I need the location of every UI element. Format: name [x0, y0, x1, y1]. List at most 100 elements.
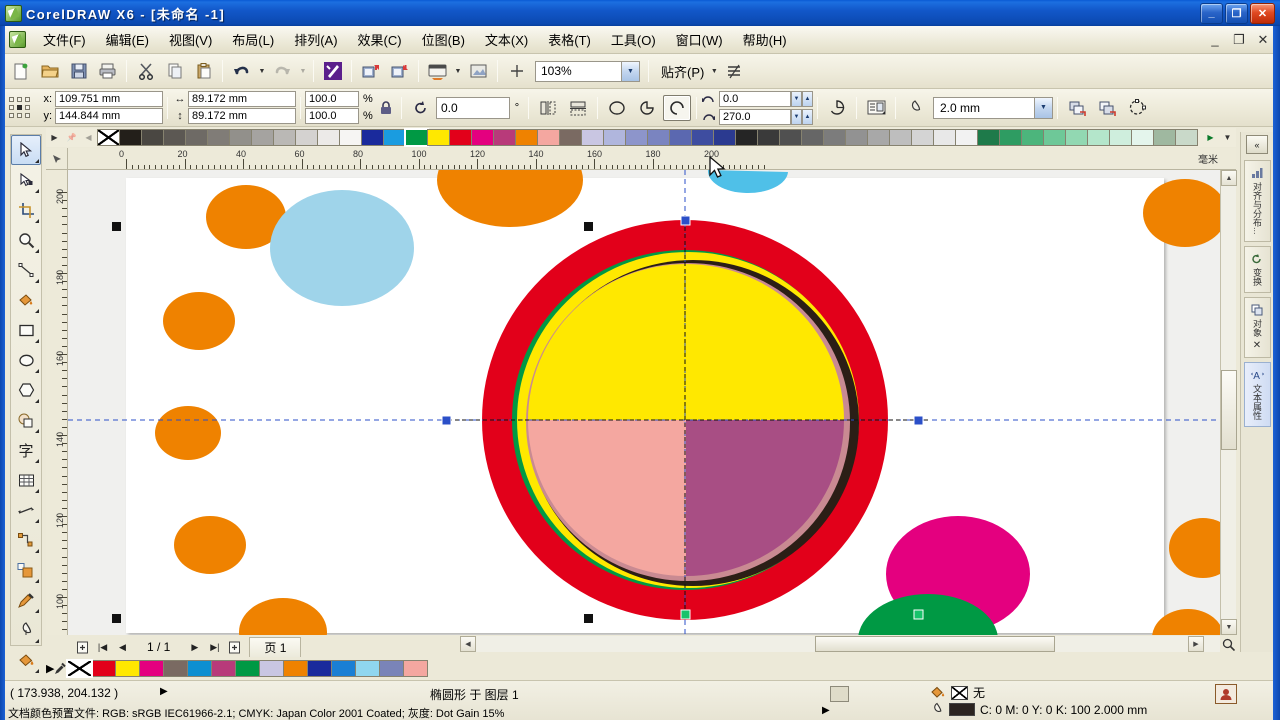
- color-swatch[interactable]: [259, 659, 285, 677]
- anchor-cell[interactable]: [25, 96, 30, 102]
- color-swatch[interactable]: [185, 129, 208, 146]
- palette-prev-icon[interactable]: ◀: [80, 129, 97, 146]
- publish-pdf-icon[interactable]: [424, 58, 451, 85]
- zoom-tool[interactable]: [11, 225, 41, 255]
- lock-ratio-icon[interactable]: [375, 95, 397, 121]
- ellipse-tool[interactable]: [11, 345, 41, 375]
- color-swatch[interactable]: [115, 659, 141, 677]
- ellipse-mode-button[interactable]: [603, 95, 631, 121]
- object-width-input[interactable]: 89.172 mm: [188, 91, 296, 107]
- bottom-color-palette[interactable]: ▶: [46, 658, 1236, 678]
- scale-x-input[interactable]: 100.0: [305, 91, 359, 107]
- x-position-input[interactable]: 109.751 mm: [55, 91, 163, 107]
- color-swatch[interactable]: [1065, 129, 1088, 146]
- color-swatch[interactable]: [427, 129, 450, 146]
- color-swatch[interactable]: [581, 129, 604, 146]
- color-swatch[interactable]: [559, 129, 582, 146]
- window-minimize-button[interactable]: _: [1200, 2, 1223, 24]
- docker-tab-transform[interactable]: 变换: [1243, 245, 1271, 293]
- color-swatch[interactable]: [911, 129, 934, 146]
- eyedropper-icon[interactable]: [54, 662, 67, 675]
- end-angle-spinner[interactable]: ▼: [791, 108, 802, 125]
- color-swatch[interactable]: [471, 129, 494, 146]
- convert-to-curves-icon[interactable]: [1123, 95, 1151, 121]
- menu-table[interactable]: 表格(T): [538, 26, 601, 53]
- color-swatch[interactable]: [66, 658, 94, 678]
- crop-tool[interactable]: [11, 195, 41, 225]
- undo-icon[interactable]: [228, 58, 255, 85]
- flyout-arrow-icon[interactable]: [35, 339, 39, 343]
- anchor-cell[interactable]: [17, 112, 22, 118]
- color-swatch[interactable]: [1153, 129, 1176, 146]
- paste-icon[interactable]: [190, 58, 217, 85]
- scroll-up-button[interactable]: ▲: [1221, 170, 1237, 186]
- anchor-cell[interactable]: [9, 104, 14, 110]
- flyout-arrow-icon[interactable]: [35, 279, 39, 283]
- spinner-up-icon[interactable]: ▲: [802, 90, 813, 107]
- spinner-up-icon[interactable]: ▲: [802, 108, 813, 125]
- docker-collapse-button[interactable]: «: [1246, 135, 1268, 154]
- spinner-down-icon[interactable]: ▼: [791, 108, 802, 125]
- flyout-arrow-icon[interactable]: [35, 639, 39, 643]
- menu-text[interactable]: 文本(X): [475, 26, 538, 53]
- outline-color-swatch[interactable]: [949, 703, 975, 716]
- publish-dropdown-arrow[interactable]: ▼: [452, 58, 464, 85]
- color-swatch[interactable]: [801, 129, 824, 146]
- anchor-cell[interactable]: [25, 104, 30, 110]
- color-swatch[interactable]: [403, 659, 429, 677]
- flyout-arrow-icon[interactable]: [35, 159, 39, 163]
- color-swatch[interactable]: [713, 129, 736, 146]
- menu-bitmaps[interactable]: 位图(B): [412, 26, 475, 53]
- color-swatch[interactable]: [493, 129, 516, 146]
- fill-none-swatch[interactable]: [951, 685, 968, 700]
- color-swatch[interactable]: [383, 129, 406, 146]
- dimension-tool[interactable]: [11, 495, 41, 525]
- color-swatch[interactable]: [603, 129, 626, 146]
- color-swatch[interactable]: [339, 129, 362, 146]
- page-tab-1[interactable]: 页 1: [249, 637, 302, 657]
- undo-dropdown-arrow[interactable]: ▼: [256, 58, 268, 85]
- flyout-arrow-icon[interactable]: [35, 249, 39, 253]
- add-page-after-button[interactable]: [225, 638, 244, 656]
- flyout-arrow-icon[interactable]: [35, 309, 39, 313]
- basic-shapes-tool[interactable]: [11, 405, 41, 435]
- to-back-icon[interactable]: [1093, 95, 1121, 121]
- document-minimize-button[interactable]: _: [1208, 32, 1222, 47]
- document-restore-button[interactable]: ❐: [1232, 32, 1246, 48]
- color-swatch[interactable]: [229, 129, 252, 146]
- color-swatch[interactable]: [779, 129, 802, 146]
- horizontal-ruler[interactable]: 0 20 40 60 80 100 120 140 160 180 200: [68, 148, 1236, 170]
- color-swatch[interactable]: [211, 659, 237, 677]
- palette-scroll-button[interactable]: ▶: [46, 129, 63, 146]
- flyout-arrow-icon[interactable]: [35, 459, 39, 463]
- color-swatch[interactable]: [1175, 129, 1198, 146]
- y-position-input[interactable]: 144.844 mm: [55, 108, 163, 124]
- rectangle-tool[interactable]: [11, 315, 41, 345]
- color-swatch[interactable]: [449, 129, 472, 146]
- flyout-arrow-icon[interactable]: [35, 519, 39, 523]
- color-swatch[interactable]: [119, 129, 142, 146]
- vertical-scroll-thumb[interactable]: [1221, 370, 1237, 450]
- color-swatch[interactable]: [1131, 129, 1154, 146]
- document-close-button[interactable]: ✕: [1256, 32, 1270, 48]
- horizontal-scroll-thumb[interactable]: [815, 636, 1055, 652]
- chevron-down-icon[interactable]: ▼: [1034, 97, 1052, 118]
- bottom-palette-scroll-button[interactable]: ▶: [46, 662, 54, 675]
- ruler-origin-corner[interactable]: [46, 148, 68, 170]
- corel-connect-icon[interactable]: [465, 58, 492, 85]
- vertical-scrollbar[interactable]: ▲ ▼: [1220, 170, 1237, 635]
- color-swatch[interactable]: [361, 129, 384, 146]
- docker-tab-align[interactable]: 对齐与分布...: [1243, 160, 1271, 242]
- to-front-icon[interactable]: [1063, 95, 1091, 121]
- color-swatch[interactable]: [867, 129, 890, 146]
- print-icon[interactable]: [94, 58, 121, 85]
- scroll-down-button[interactable]: ▼: [1221, 619, 1237, 635]
- add-page-before-button[interactable]: [73, 638, 92, 656]
- polygon-tool[interactable]: [11, 375, 41, 405]
- window-maximize-button[interactable]: ❐: [1225, 2, 1248, 24]
- color-swatch[interactable]: [845, 129, 868, 146]
- docker-tab-object[interactable]: 对象 ✕: [1243, 296, 1271, 358]
- color-swatch[interactable]: [404, 128, 429, 147]
- scroll-right-button[interactable]: ▶: [1188, 636, 1204, 652]
- menu-tools[interactable]: 工具(O): [601, 26, 666, 53]
